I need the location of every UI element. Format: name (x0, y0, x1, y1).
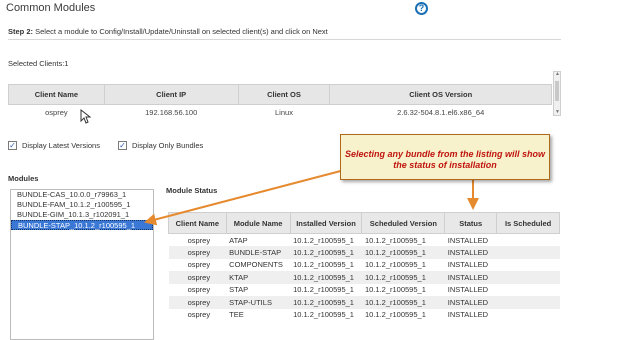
callout-arrow-to-module (144, 167, 353, 226)
callout-note: Selecting any bundle from the listing wi… (340, 134, 550, 180)
